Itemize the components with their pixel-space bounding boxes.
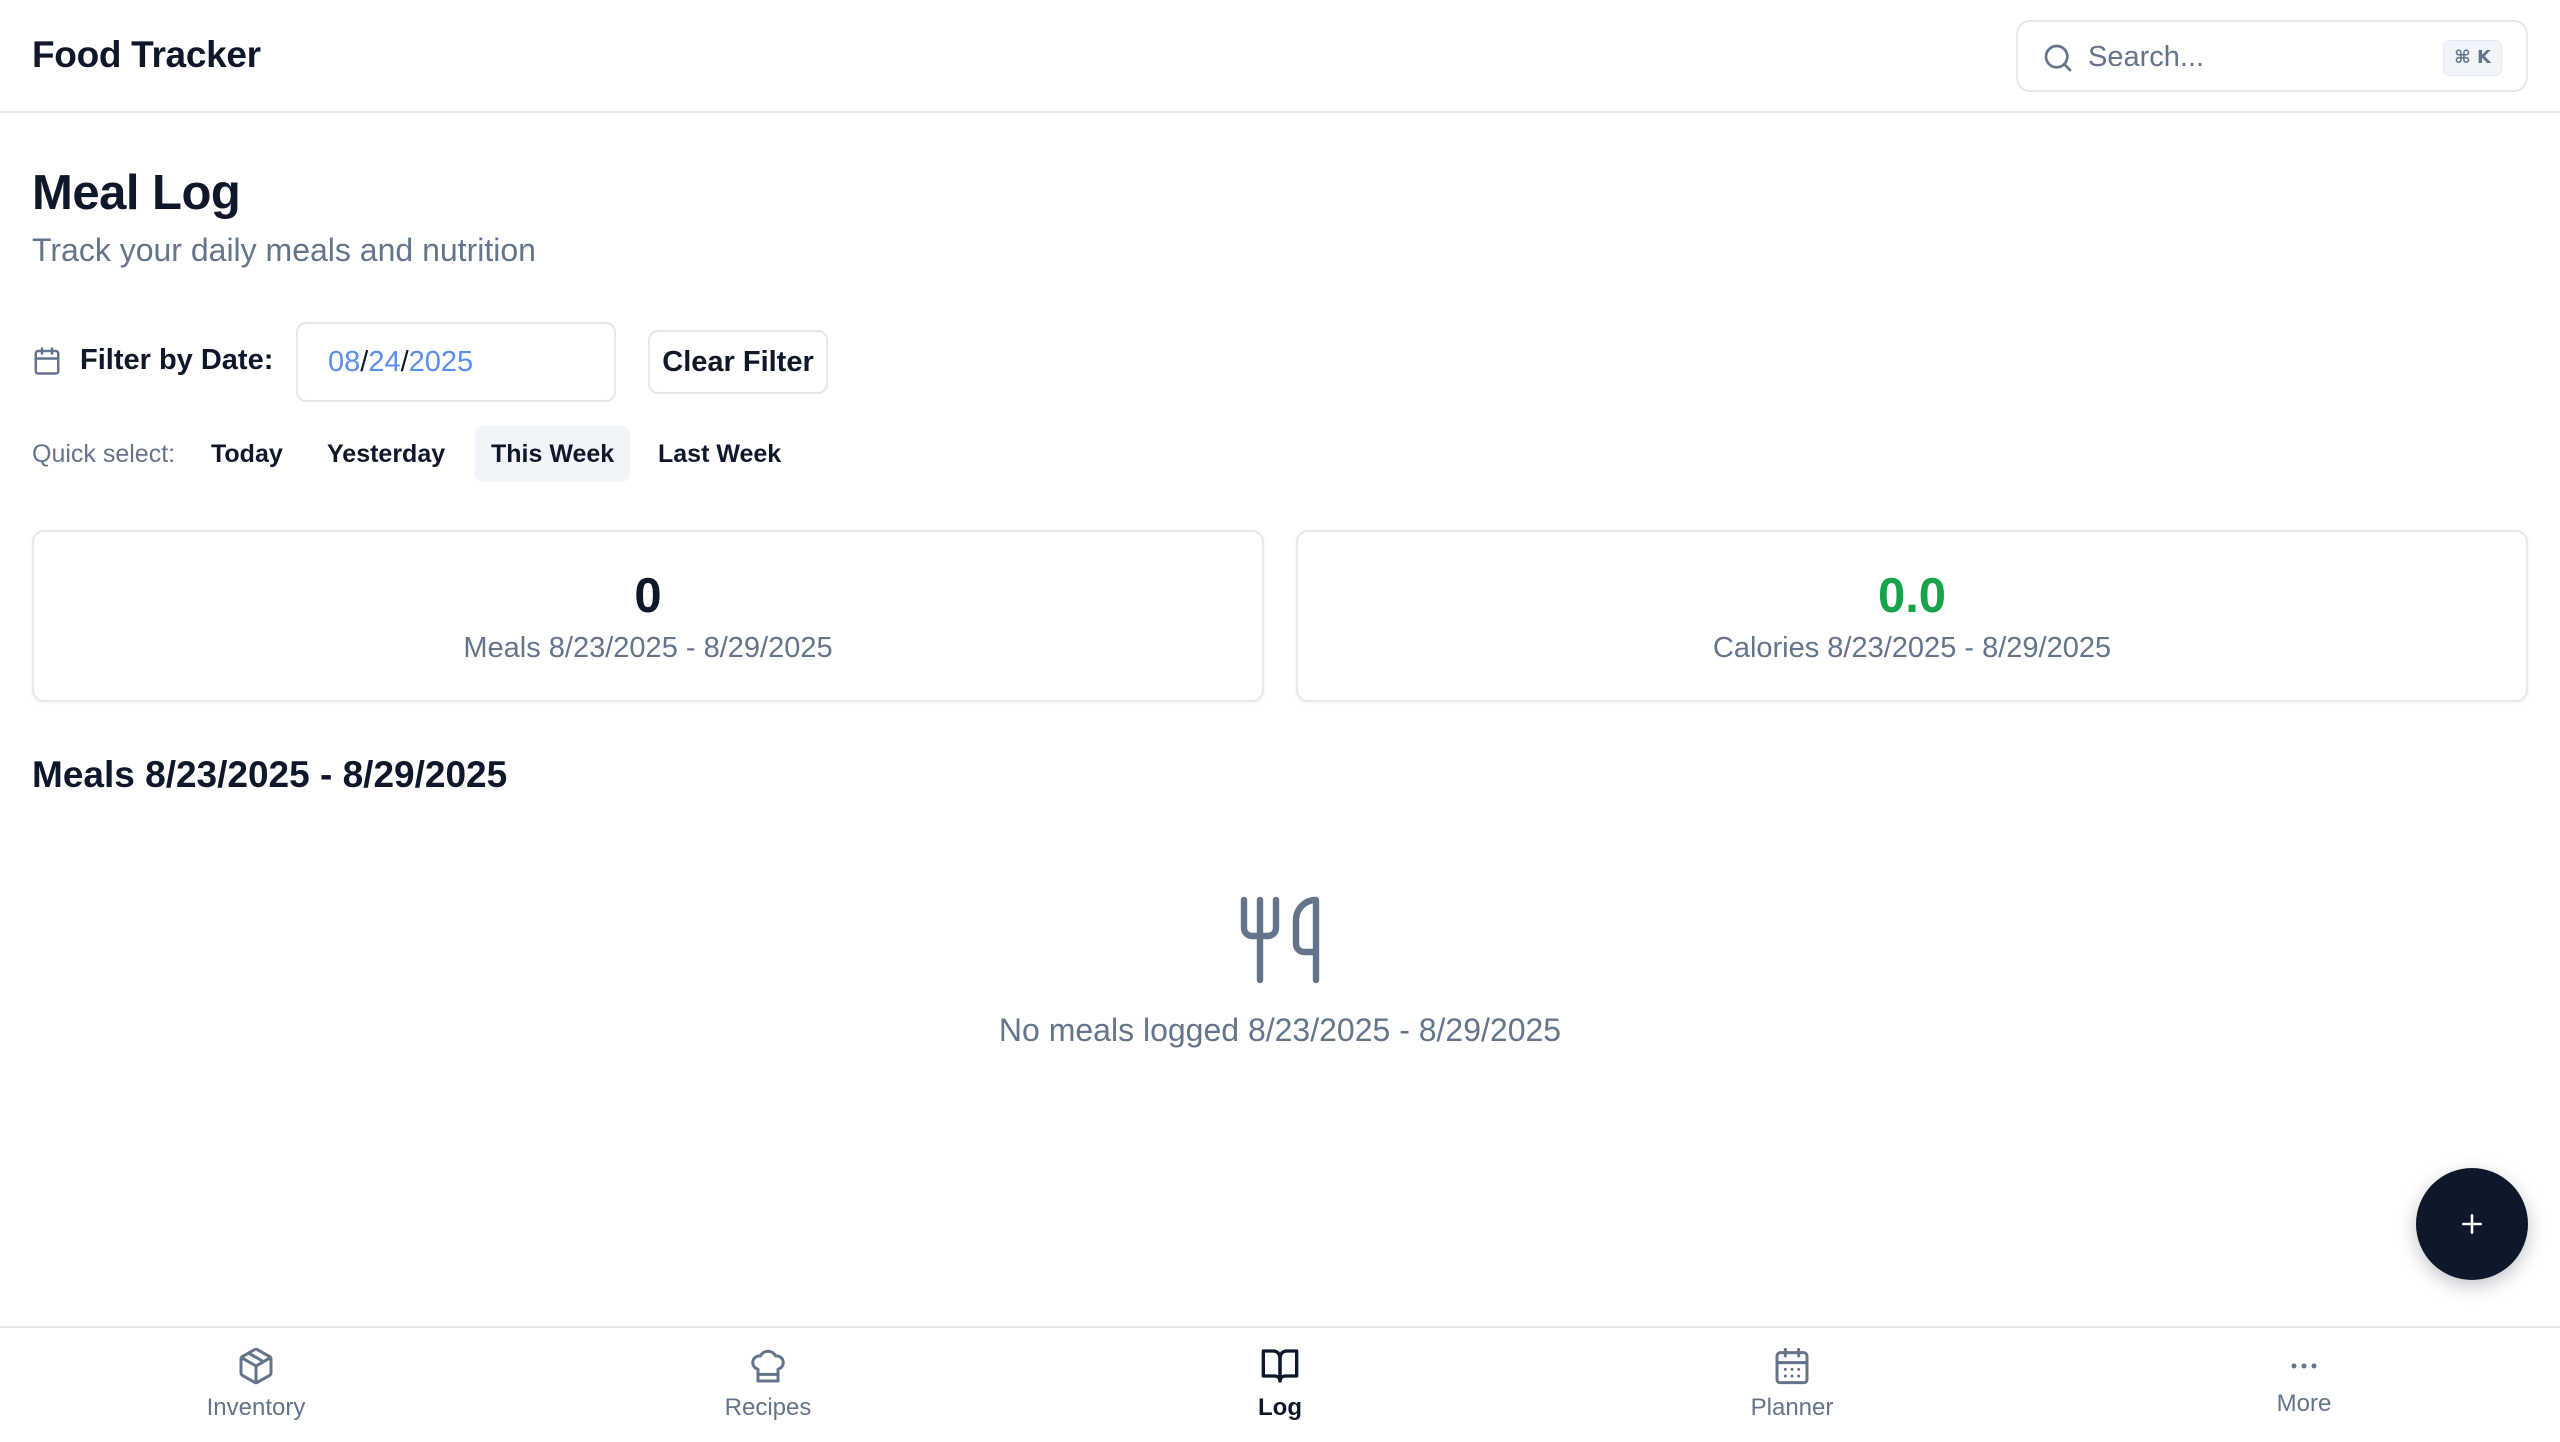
meals-count-label: Meals 8/23/2025 - 8/29/2025 [463, 632, 833, 664]
nav-label-recipes: Recipes [724, 1394, 812, 1421]
quick-select-yesterday[interactable]: Yesterday [311, 426, 461, 482]
utensils-icon [1240, 896, 1320, 984]
date-month[interactable]: 08 [328, 346, 360, 378]
calories-label: Calories 8/23/2025 - 8/29/2025 [1712, 632, 2112, 664]
nav-label-planner: Planner [1750, 1394, 1834, 1421]
chef-hat-icon [751, 1349, 785, 1383]
bottom-nav: Inventory Recipes Log Planner More [0, 1326, 2560, 1440]
quick-select-this-week[interactable]: This Week [475, 426, 631, 482]
nav-label-more: More [2276, 1390, 2332, 1417]
more-horizontal-icon [2291, 1363, 2317, 1369]
date-day[interactable]: 24 [368, 346, 400, 378]
meals-count-value: 0 [634, 569, 662, 623]
app-title: Food Tracker [32, 34, 261, 75]
quick-select-last-week[interactable]: Last Week [642, 426, 797, 482]
quick-select-today[interactable]: Today [195, 426, 299, 482]
add-meal-button[interactable] [2416, 1168, 2528, 1280]
nav-item-planner[interactable]: Planner [1536, 1328, 2048, 1442]
nav-item-log[interactable]: Log [1024, 1328, 1536, 1442]
search-icon [2044, 44, 2072, 72]
page-title: Meal Log [32, 166, 241, 220]
nav-item-inventory[interactable]: Inventory [0, 1328, 512, 1442]
calendar-icon [1775, 1347, 1809, 1385]
nav-item-recipes[interactable]: Recipes [512, 1328, 1024, 1442]
package-icon [239, 1347, 273, 1385]
nav-label-log: Log [1258, 1394, 1302, 1421]
book-open-icon [1261, 1349, 1299, 1383]
search-shortcut-badge: ⌘ K [2443, 40, 2502, 76]
calories-card: 0.0 Calories 8/23/2025 - 8/29/2025 [1296, 530, 2528, 702]
calendar-icon [34, 347, 60, 375]
empty-state-text: No meals logged 8/23/2025 - 8/29/2025 [998, 1012, 1562, 1048]
plus-icon [2462, 1214, 2482, 1234]
date-filter-input[interactable]: 08/24/2025 [296, 322, 616, 402]
meals-section-title: Meals 8/23/2025 - 8/29/2025 [32, 754, 508, 795]
calories-value: 0.0 [1877, 569, 1947, 623]
page-subtitle: Track your daily meals and nutrition [32, 232, 536, 268]
search-box[interactable]: ⌘ K [2016, 20, 2528, 92]
filter-label: Filter by Date: [80, 344, 274, 376]
nav-item-more[interactable]: More [2048, 1328, 2560, 1442]
nav-label-inventory: Inventory [206, 1394, 306, 1421]
quick-select-label: Quick select: [32, 440, 176, 468]
date-year[interactable]: 2025 [409, 346, 474, 378]
app-header: Food Tracker ⌘ K [0, 0, 2560, 113]
meals-count-card: 0 Meals 8/23/2025 - 8/29/2025 [32, 530, 1264, 702]
search-input[interactable] [2088, 36, 2428, 78]
clear-filter-button[interactable]: Clear Filter [648, 330, 828, 394]
